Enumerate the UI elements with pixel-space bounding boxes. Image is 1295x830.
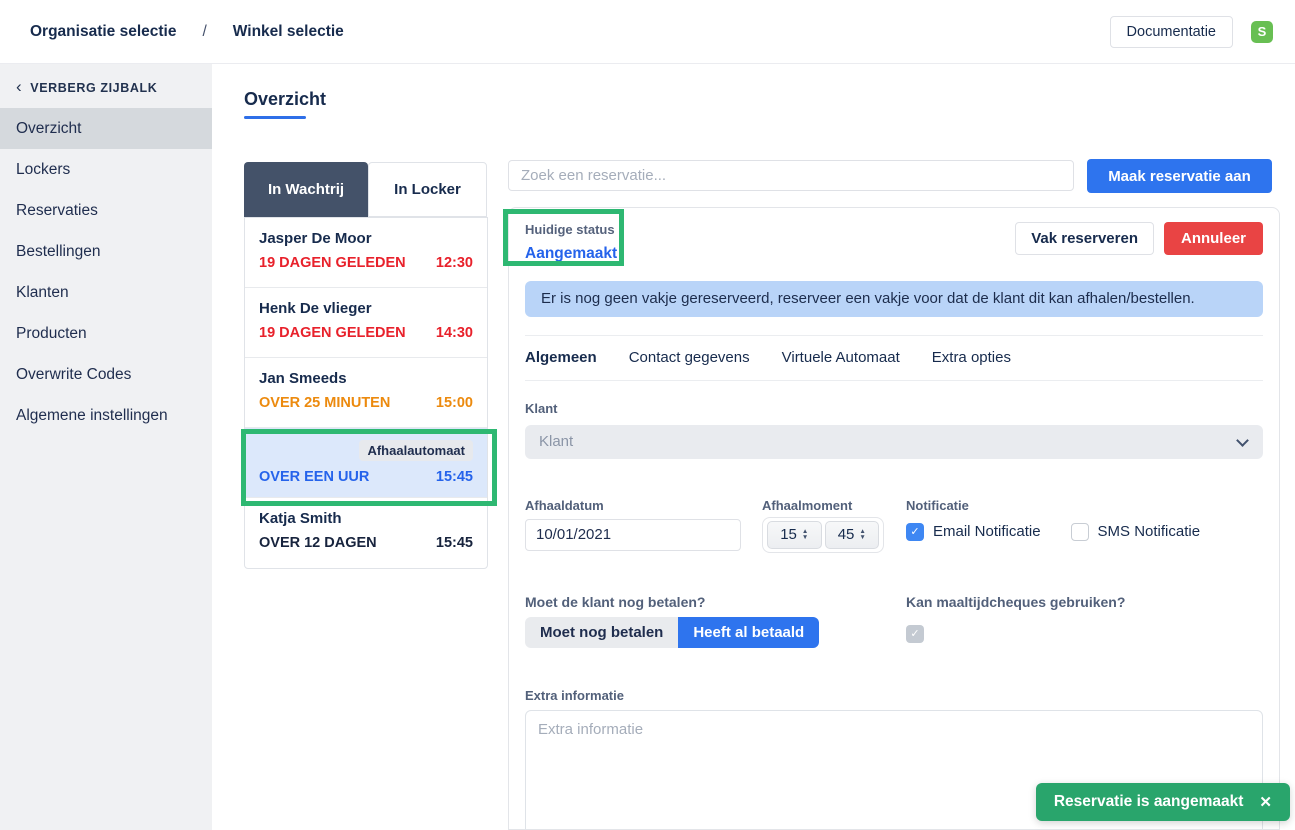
cancel-button[interactable]: Annuleer	[1164, 222, 1263, 255]
email-notification-option[interactable]: ✓ Email Notificatie	[906, 523, 1041, 541]
reservation-time: 15:45	[436, 535, 473, 551]
user-avatar[interactable]: S	[1251, 21, 1273, 43]
chevron-down-icon	[1236, 434, 1249, 447]
time-stepper-group: 15 ▲▼ 45 ▲▼	[762, 517, 884, 553]
tab-virtuele-automaat[interactable]: Virtuele Automaat	[782, 349, 900, 366]
create-reservation-button[interactable]: Maak reservatie aan	[1087, 159, 1272, 193]
divider	[525, 380, 1263, 381]
tab-in-locker[interactable]: In Locker	[368, 162, 487, 217]
main-content: Overzicht In Wachtrij In Locker Jasper D…	[212, 64, 1295, 830]
sms-notification-label: SMS Notificatie	[1098, 523, 1201, 540]
tab-contact-gegevens[interactable]: Contact gegevens	[629, 349, 750, 366]
reservation-when: OVER EEN UUR	[259, 469, 369, 485]
sidebar-collapse-label: VERBERG ZIJBALK	[30, 81, 157, 95]
minute-stepper[interactable]: 45 ▲▼	[825, 521, 880, 549]
sidebar: ‹ VERBERG ZIJBALK Overzicht Lockers Rese…	[0, 64, 212, 830]
afhaalmoment-label: Afhaalmoment	[762, 498, 884, 513]
minute-value: 45	[838, 526, 855, 543]
sidebar-item-klanten[interactable]: Klanten	[0, 272, 212, 313]
reservation-when: 19 DAGEN GELEDEN	[259, 325, 406, 341]
sidebar-item-overzicht[interactable]: Overzicht	[0, 108, 212, 149]
reservation-list: Jasper De Moor 19 DAGEN GELEDEN 12:30 He…	[244, 217, 488, 569]
reservation-time: 12:30	[436, 255, 473, 271]
klant-select[interactable]: Klant	[525, 425, 1263, 459]
sidebar-item-lockers[interactable]: Lockers	[0, 149, 212, 190]
sidebar-item-algemene-instellingen[interactable]: Algemene instellingen	[0, 395, 212, 436]
close-icon[interactable]: ✕	[1259, 793, 1272, 811]
sidebar-collapse-button[interactable]: ‹ VERBERG ZIJBALK	[0, 64, 212, 108]
reservation-name: Katja Smith	[259, 510, 473, 527]
detail-tabs: Algemeen Contact gegevens Virtuele Autom…	[525, 349, 1263, 366]
toast-message: Reservatie is aangemaakt	[1054, 793, 1244, 811]
topbar-actions: Documentatie S	[1110, 16, 1273, 48]
sidebar-item-producten[interactable]: Producten	[0, 313, 212, 354]
search-input[interactable]	[508, 160, 1074, 191]
reservation-when: OVER 25 MINUTEN	[259, 395, 390, 411]
page-title: Overzicht	[244, 89, 326, 110]
sidebar-item-reservaties[interactable]: Reservaties	[0, 190, 212, 231]
reservation-when: 19 DAGEN GELEDEN	[259, 255, 406, 271]
reservation-row-selected[interactable]: Afhaalautomaat OVER EEN UUR 15:45	[245, 428, 487, 498]
payment-question: Moet de klant nog betalen?	[525, 594, 906, 610]
reservation-when: OVER 12 DAGEN	[259, 535, 377, 551]
cheques-checkbox[interactable]: ✓	[906, 625, 924, 643]
reservation-name: Jan Smeeds	[259, 370, 473, 387]
title-underline	[244, 116, 306, 119]
reservation-row[interactable]: Jan Smeeds OVER 25 MINUTEN 15:00	[245, 358, 487, 428]
breadcrumb-store[interactable]: Winkel selectie	[233, 23, 344, 41]
success-toast: Reservatie is aangemaakt ✕	[1036, 783, 1290, 821]
hour-value: 15	[780, 526, 797, 543]
afhaaldatum-input[interactable]	[525, 519, 741, 551]
extra-informatie-label: Extra informatie	[525, 688, 1263, 703]
sidebar-item-bestellingen[interactable]: Bestellingen	[0, 231, 212, 272]
divider	[525, 335, 1263, 336]
status-value[interactable]: Aangemaakt	[525, 245, 617, 263]
app-window: Organisatie selectie / Winkel selectie D…	[0, 0, 1295, 830]
breadcrumb: Organisatie selectie / Winkel selectie	[30, 23, 344, 41]
klant-label: Klant	[525, 401, 1263, 416]
info-banner: Er is nog geen vakje gereserveerd, reser…	[525, 281, 1263, 317]
toggle-heeft-al-betaald[interactable]: Heeft al betaald	[678, 617, 819, 648]
check-icon: ✓	[910, 627, 919, 640]
reservation-time: 14:30	[436, 325, 473, 341]
reservation-detail-card: Huidige status Aangemaakt Vak reserveren…	[508, 207, 1280, 830]
chevron-left-icon: ‹	[16, 82, 22, 92]
status-block: Huidige status Aangemaakt	[525, 222, 617, 263]
sidebar-item-overwrite-codes[interactable]: Overwrite Codes	[0, 354, 212, 395]
toggle-moet-nog-betalen[interactable]: Moet nog betalen	[525, 617, 678, 648]
email-notification-label: Email Notificatie	[933, 523, 1041, 540]
spinner-arrows-icon[interactable]: ▲▼	[802, 529, 808, 541]
reservation-row[interactable]: Katja Smith OVER 12 DAGEN 15:45	[245, 498, 487, 568]
reservation-name: Jasper De Moor	[259, 230, 473, 247]
breadcrumb-organisation[interactable]: Organisatie selectie	[30, 23, 176, 41]
reservation-row[interactable]: Jasper De Moor 19 DAGEN GELEDEN 12:30	[245, 218, 487, 288]
email-checkbox[interactable]: ✓	[906, 523, 924, 541]
notificatie-label: Notificatie	[906, 498, 1263, 513]
reserve-slot-button[interactable]: Vak reserveren	[1015, 222, 1154, 255]
afhaaldatum-label: Afhaaldatum	[525, 498, 741, 513]
payment-toggle: Moet nog betalen Heeft al betaald	[525, 617, 819, 648]
cheques-question: Kan maaltijdcheques gebruiken?	[906, 594, 1263, 610]
queue-tabs: In Wachtrij In Locker	[244, 162, 487, 217]
tab-algemeen[interactable]: Algemeen	[525, 349, 597, 366]
top-bar: Organisatie selectie / Winkel selectie D…	[0, 0, 1295, 64]
sms-notification-option[interactable]: SMS Notificatie	[1071, 523, 1201, 541]
reservation-name: Henk De vlieger	[259, 300, 473, 317]
documentation-button[interactable]: Documentatie	[1110, 16, 1233, 48]
klant-select-value: Klant	[539, 433, 573, 450]
reservation-row[interactable]: Henk De vlieger 19 DAGEN GELEDEN 14:30	[245, 288, 487, 358]
hour-stepper[interactable]: 15 ▲▼	[767, 521, 822, 549]
pickup-machine-badge: Afhaalautomaat	[359, 440, 473, 461]
tab-in-wachtrij[interactable]: In Wachtrij	[244, 162, 368, 217]
status-label: Huidige status	[525, 222, 617, 237]
reservation-time: 15:45	[436, 469, 473, 485]
reservation-time: 15:00	[436, 395, 473, 411]
spinner-arrows-icon[interactable]: ▲▼	[859, 529, 865, 541]
check-icon: ✓	[910, 525, 919, 538]
tab-extra-opties[interactable]: Extra opties	[932, 349, 1011, 366]
breadcrumb-separator: /	[202, 23, 206, 41]
sms-checkbox[interactable]	[1071, 523, 1089, 541]
